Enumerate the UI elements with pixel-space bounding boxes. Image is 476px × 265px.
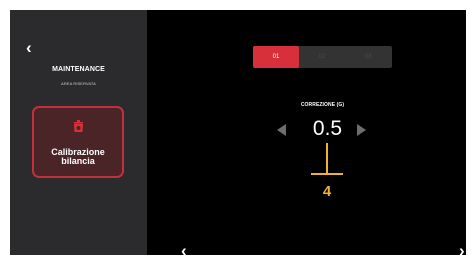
triangle-left-icon[interactable]: [277, 123, 286, 141]
parameter-value: 0.5: [312, 117, 343, 140]
sidebar-title: MAINTENANCE: [52, 66, 105, 73]
annotation-number: 4: [322, 183, 332, 200]
triangle-right-icon[interactable]: [357, 123, 366, 141]
back-button[interactable]: ‹: [26, 39, 32, 56]
tab-02[interactable]: 02: [299, 46, 345, 68]
annotation-pointer: [302, 142, 352, 189]
calibration-label-line2: bilancia: [61, 156, 95, 166]
calibration-label: Calibrazione bilancia: [34, 148, 122, 166]
tab-bar: 01 02 03: [253, 46, 392, 68]
nav-back-button[interactable]: ‹: [181, 242, 187, 255]
tab-01[interactable]: 01: [253, 46, 299, 68]
sidebar: ‹ MAINTENANCE AREA RISERVATA Calibrazion…: [10, 10, 147, 255]
nav-forward-button[interactable]: ›: [459, 242, 465, 255]
tab-03[interactable]: 03: [345, 46, 391, 68]
screen: ‹ MAINTENANCE AREA RISERVATA Calibrazion…: [10, 10, 466, 255]
calibration-button[interactable]: Calibrazione bilancia: [32, 106, 124, 178]
parameter-label: CORREZIONE (G): [300, 102, 345, 108]
scale-icon: [73, 120, 84, 138]
sidebar-subtitle: AREA RISERVATA: [61, 81, 96, 86]
